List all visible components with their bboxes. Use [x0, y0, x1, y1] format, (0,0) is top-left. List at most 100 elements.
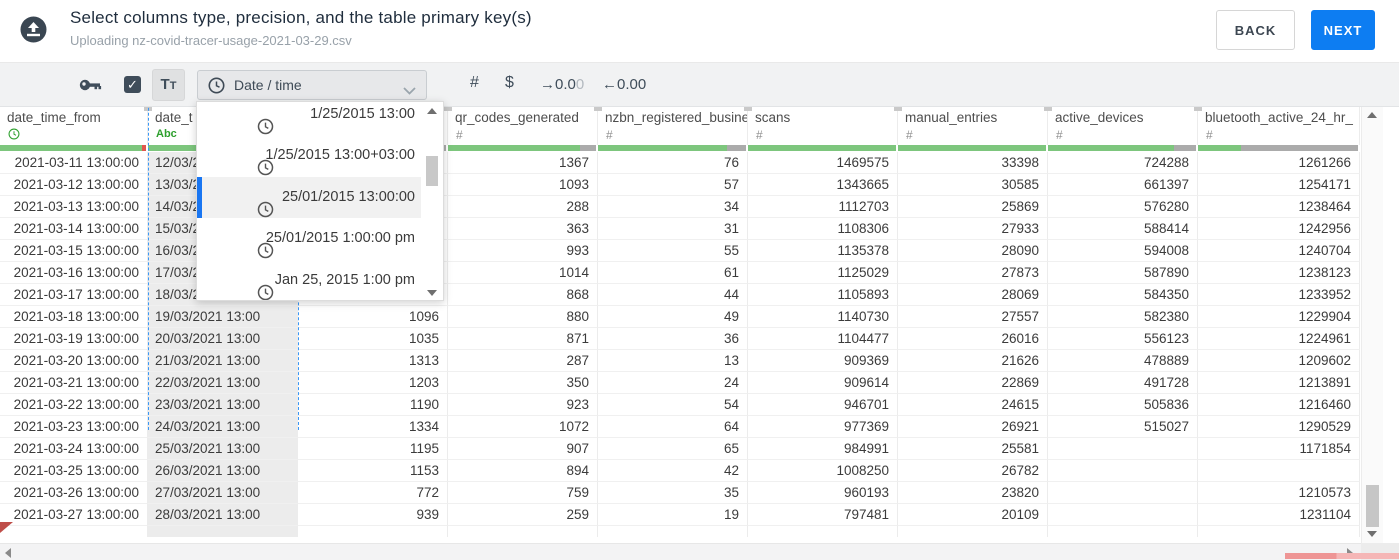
table-cell: 880 [448, 306, 598, 328]
table-cell [148, 526, 298, 537]
table-cell: 24615 [898, 394, 1048, 416]
dropdown-scrollbar[interactable] [421, 102, 443, 300]
integer-type-button[interactable]: # [470, 74, 479, 92]
decrease-precision-button[interactable]: ←0.00 [602, 76, 646, 93]
table-cell: 1190 [298, 394, 448, 416]
column-resize-grip[interactable] [894, 107, 902, 111]
column-header[interactable]: date_time_from [0, 107, 148, 145]
column-header[interactable]: nzbn_registered_busine # [598, 107, 748, 145]
table-cell: 350 [448, 372, 598, 394]
dropdown-item[interactable]: 1/25/2015 13:00+03:00 [197, 135, 423, 176]
table-cell: 65 [598, 438, 748, 460]
column-header[interactable]: scans # [748, 107, 898, 145]
primary-key-icon[interactable] [78, 77, 102, 98]
table-cell: 363 [448, 218, 598, 240]
dropdown-item[interactable]: Jan 25, 2015 1:00 pm [197, 260, 423, 300]
table-cell: 25869 [898, 196, 1048, 218]
page-title: Select columns type, precision, and the … [70, 8, 532, 27]
table-cell: 894 [448, 460, 598, 482]
back-button[interactable]: BACK [1216, 10, 1295, 50]
table-cell: 1254171 [1198, 174, 1360, 196]
column-type-badge: # [756, 128, 763, 142]
column-resize-grip[interactable] [594, 107, 602, 111]
table-cell: 2021-03-23 13:00:00 [0, 416, 148, 438]
table-cell: 76 [598, 152, 748, 174]
table-cell: 13 [598, 350, 748, 372]
date-format-list: 1/25/2015 13:00 1/25/2015 13:00+03:00 25… [197, 102, 423, 300]
table-cell: 2021-03-13 13:00:00 [0, 196, 148, 218]
table-cell [1198, 526, 1360, 537]
table-cell: 30585 [898, 174, 1048, 196]
column-header[interactable]: bluetooth_active_24_hr_ # [1198, 107, 1360, 145]
column-type-select[interactable]: Date / time [197, 70, 427, 100]
table-cell: 21/03/2021 13:00 [148, 350, 298, 372]
increase-precision-button[interactable]: →0.00 [540, 76, 584, 93]
table-cell: 27933 [898, 218, 1048, 240]
dropdown-item[interactable]: 1/25/2015 13:00 [197, 102, 423, 135]
column-header[interactable]: qr_codes_generated # [448, 107, 598, 145]
table-cell: 960193 [748, 482, 898, 504]
column-header[interactable]: manual_entries # [898, 107, 1048, 145]
scroll-left-icon[interactable] [5, 548, 11, 558]
table-cell: 36 [598, 328, 748, 350]
dropdown-item[interactable]: 25/01/2015 13:00:00 [197, 176, 423, 218]
column-resize-grip[interactable] [744, 107, 752, 111]
nullable-checkbox[interactable]: ✓ [124, 76, 141, 93]
quality-bar [748, 145, 896, 151]
table-cell: 34 [598, 196, 748, 218]
table-cell: 2021-03-18 13:00:00 [0, 306, 148, 328]
table-cell: 977369 [748, 416, 898, 438]
scroll-down-icon[interactable] [1367, 531, 1377, 537]
next-button[interactable]: NEXT [1311, 10, 1375, 50]
table-cell: 556123 [1048, 328, 1198, 350]
column-resize-grip[interactable] [144, 107, 152, 111]
upload-cloud-icon [20, 16, 47, 43]
text-type-button[interactable]: TT [152, 69, 185, 101]
dropdown-item-label: 25/01/2015 13:00:00 [281, 188, 415, 205]
table-cell: 2021-03-17 13:00:00 [0, 284, 148, 306]
column-name: qr_codes_generated [455, 110, 579, 125]
horizontal-scrollbar[interactable] [0, 543, 1361, 560]
upload-wizard: Select columns type, precision, and the … [0, 0, 1399, 560]
table-cell: 2021-03-24 13:00:00 [0, 438, 148, 460]
table-cell: 57 [598, 174, 748, 196]
table-cell: 1093 [448, 174, 598, 196]
scroll-up-icon[interactable] [427, 108, 437, 114]
column-resize-grip[interactable] [444, 107, 452, 111]
table-cell: 594008 [1048, 240, 1198, 262]
column-header[interactable]: active_devices # [1048, 107, 1198, 145]
dropdown-item-label: 1/25/2015 13:00+03:00 [265, 147, 415, 164]
table-cell: 909369 [748, 350, 898, 372]
currency-type-button[interactable]: $ [505, 74, 514, 92]
table-cell: 868 [448, 284, 598, 306]
scroll-down-icon[interactable] [427, 290, 437, 296]
table-cell: 1224961 [1198, 328, 1360, 350]
table-cell: 1231104 [1198, 504, 1360, 526]
vertical-scrollbar[interactable] [1361, 107, 1383, 543]
table-cell: 1367 [448, 152, 598, 174]
table-cell: 724288 [1048, 152, 1198, 174]
table-cell: 1238464 [1198, 196, 1360, 218]
dropdown-item[interactable]: 25/01/2015 1:00:00 pm [197, 218, 423, 259]
column-resize-grip[interactable] [1044, 107, 1052, 111]
dropdown-scrollbar-thumb[interactable] [426, 156, 438, 186]
column-resize-grip[interactable] [1194, 107, 1202, 111]
scroll-up-icon[interactable] [1367, 112, 1377, 118]
table-cell: 2021-03-26 13:00:00 [0, 482, 148, 504]
table-cell: 26782 [898, 460, 1048, 482]
table-cell: 871 [448, 328, 598, 350]
table-cell: 20109 [898, 504, 1048, 526]
table-cell: 1343665 [748, 174, 898, 196]
chevron-down-icon [403, 82, 416, 98]
table-cell: 909614 [748, 372, 898, 394]
table-cell: 661397 [1048, 174, 1198, 196]
dropdown-item-label: 1/25/2015 13:00 [310, 106, 415, 122]
table-cell: 1035 [298, 328, 448, 350]
table-cell: 1216460 [1198, 394, 1360, 416]
table-cell: 27557 [898, 306, 1048, 328]
selected-item-bar [197, 176, 202, 218]
quality-bar [0, 145, 146, 151]
column-type-badge: # [1206, 128, 1213, 142]
vertical-scrollbar-thumb[interactable] [1366, 485, 1379, 527]
table-cell: 19/03/2021 13:00 [148, 306, 298, 328]
